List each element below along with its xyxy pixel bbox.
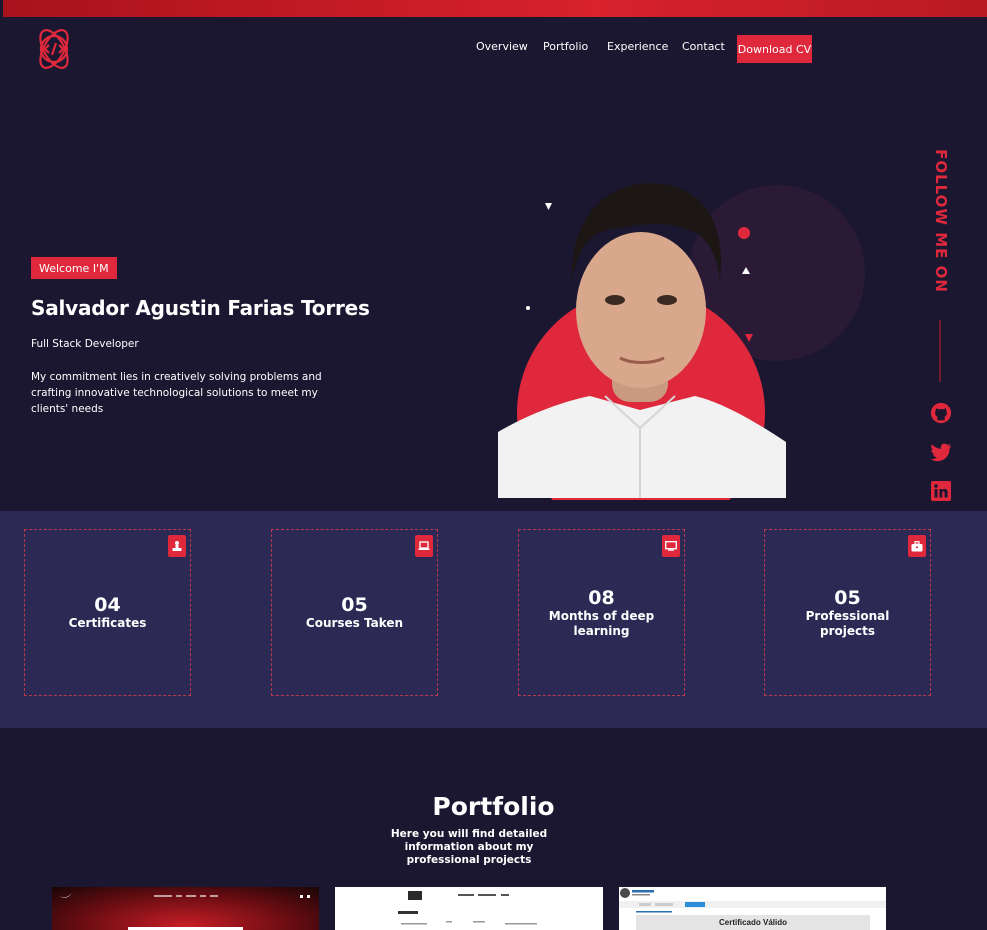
laptop-icon (415, 535, 433, 557)
stat-label: Months of deep learning (548, 608, 655, 638)
dot-deco (738, 227, 750, 239)
stat-value: 08 (588, 586, 615, 609)
linkedin-icon[interactable] (929, 479, 953, 503)
portfolio-thumb-3[interactable]: Certificado Válido (619, 887, 886, 930)
stat-value: 05 (834, 586, 861, 609)
stat-card-projects: 05 Professional projects (764, 529, 931, 696)
stat-label: Certificates (68, 616, 147, 630)
nav-link-overview[interactable]: Overview (476, 40, 528, 53)
portfolio-thumb-2[interactable] (335, 887, 603, 930)
thumb-1-preview (60, 893, 310, 930)
stat-value: 05 (341, 594, 368, 616)
twitter-icon[interactable] (929, 440, 953, 464)
main-nav: Overview Portfolio Experience Contact Do… (0, 34, 987, 64)
nav-link-contact[interactable]: Contact (682, 40, 725, 53)
stat-card-months: 08 Months of deep learning (518, 529, 685, 696)
top-accent-bar (3, 0, 987, 17)
follow-me-label: FOLLOW ME ON (932, 149, 950, 293)
stats-section: 04 Certificates 05 Courses Taken 08 Mont… (0, 511, 987, 728)
stat-card-courses: 05 Courses Taken (271, 529, 438, 696)
dot-deco (526, 306, 530, 310)
thumb-3-heading: Certificado Válido (718, 918, 787, 927)
portfolio-title: Portfolio (432, 792, 555, 821)
portfolio-subtitle: Here you will find detailed information … (390, 828, 548, 866)
monitor-icon (662, 535, 680, 557)
follow-divider (939, 320, 941, 382)
thumb-2-preview (398, 891, 537, 925)
hero-description: My commitment lies in creatively solving… (31, 371, 322, 415)
download-cv-button[interactable]: Download CV (737, 35, 812, 63)
certificate-icon (168, 535, 186, 557)
nav-link-experience[interactable]: Experience (607, 40, 668, 53)
hero-role: Full Stack Developer (31, 338, 139, 350)
github-icon[interactable] (929, 401, 953, 425)
stat-label: Courses Taken (305, 616, 404, 630)
stat-card-certificates: 04 Certificates (24, 529, 191, 696)
nav-link-portfolio[interactable]: Portfolio (543, 40, 588, 53)
welcome-badge: Welcome I'M (31, 257, 117, 279)
hero-name: Salvador Agustin Farias Torres (31, 296, 370, 320)
stat-value: 04 (94, 594, 121, 616)
stat-label: Professional projects (805, 608, 890, 638)
triangle-deco (545, 203, 552, 210)
profile-illustration (498, 183, 865, 500)
portfolio-thumb-1[interactable] (52, 887, 319, 930)
briefcase-icon (908, 535, 926, 557)
